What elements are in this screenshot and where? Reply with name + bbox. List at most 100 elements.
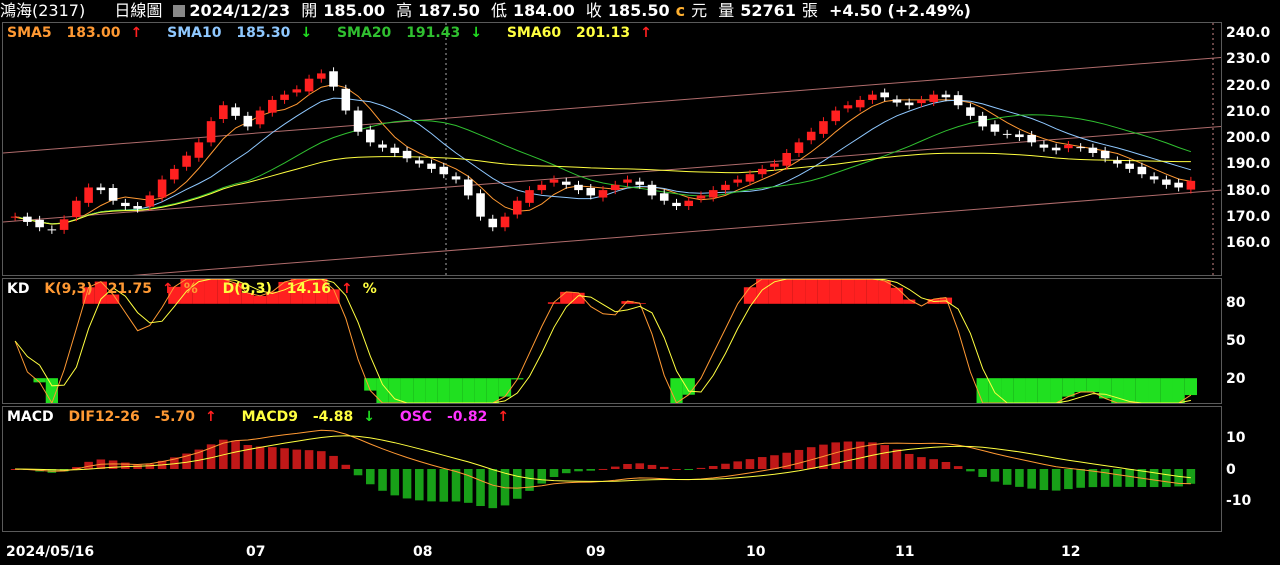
d-value: 14.16	[286, 281, 332, 297]
osc-bar	[684, 469, 694, 470]
candle-body	[1088, 147, 1098, 153]
price-tick: 170.0	[1226, 209, 1271, 225]
kd-oversold-fill	[449, 378, 463, 403]
kd-oversold-fill	[1123, 378, 1136, 403]
osc-bar	[537, 469, 547, 484]
kd-overbought-fill	[756, 279, 769, 304]
candle-body	[549, 179, 559, 183]
macd-tick: 10	[1226, 430, 1246, 446]
kd-oversold-fill	[1184, 378, 1197, 396]
kd-oversold-fill	[1037, 378, 1051, 403]
k-arrow-icon: ↑	[161, 281, 174, 297]
candle-body	[108, 187, 118, 201]
osc-bar	[121, 462, 130, 469]
kd-overbought-fill	[878, 280, 891, 304]
price-tick: 160.0	[1226, 235, 1271, 251]
price-panel[interactable]: SMA5 183.00 ↑ SMA10 185.30 ↓ SMA20 191.43 ↓…	[2, 22, 1222, 276]
kd-oversold-fill	[1135, 378, 1149, 403]
close-label: 收	[585, 1, 602, 20]
kd-oversold-fill	[425, 378, 438, 403]
candle-body	[1002, 133, 1012, 135]
price-tick: 240.0	[1226, 25, 1271, 41]
osc-bar	[1076, 469, 1085, 488]
osc-bar	[904, 453, 914, 469]
candle-body	[206, 121, 216, 143]
change-value: +4.50 (+2.49%)	[829, 1, 971, 20]
sma10-value: 185.30	[236, 25, 291, 41]
candle-body	[353, 110, 363, 132]
candle-body	[59, 219, 69, 230]
kd-oversold-fill	[486, 378, 499, 403]
close-value: 185.50	[607, 1, 670, 20]
kd-oversold-fill	[400, 378, 414, 403]
kd-oversold-fill	[1086, 378, 1100, 393]
osc-bar	[145, 463, 155, 469]
candle-body	[280, 94, 289, 100]
high-value: 187.50	[418, 1, 480, 20]
candle-body	[745, 174, 755, 182]
volume-label: 量	[718, 1, 735, 20]
sma10-arrow-icon: ↓	[300, 25, 313, 41]
candle-body	[84, 187, 93, 203]
volume-value: 52761	[740, 1, 796, 20]
candle-body	[684, 200, 694, 207]
date-tick: 12	[1061, 544, 1081, 560]
candle-body	[843, 105, 853, 109]
candle-body	[402, 150, 412, 159]
candle-body	[1113, 160, 1122, 164]
trend-line	[3, 56, 1221, 154]
candle-body	[47, 229, 57, 231]
osc-bar	[647, 464, 657, 469]
macd-axis: 10 0 -10	[1224, 406, 1280, 532]
candle-body	[341, 88, 351, 111]
osc-bar	[770, 455, 779, 469]
candle-body	[1186, 180, 1196, 190]
osc-bar	[598, 468, 608, 470]
osc-bar	[1113, 469, 1122, 487]
osc-bar	[610, 466, 620, 469]
osc-bar	[586, 469, 596, 471]
macd9-line	[15, 435, 1191, 482]
high-label: 高	[396, 1, 413, 20]
quote-header: 鴻海(2317) 日線圖 2024/12/23 開 185.00 高 187.50 …	[0, 0, 1280, 22]
k-value: 21.75	[107, 281, 152, 297]
candle-body	[1174, 182, 1183, 188]
kd-oversold-fill	[1074, 378, 1087, 393]
kd-legend: KD K(9,3) 21.75 ↑% D(9,3) 14.16 ↑%	[7, 281, 397, 297]
calendar-icon[interactable]	[173, 5, 186, 17]
kd-oversold-fill	[976, 378, 989, 403]
osc-bar	[231, 440, 240, 469]
kd-overbought-fill	[768, 279, 781, 304]
candle-body	[1051, 147, 1061, 151]
osc-bar	[708, 465, 718, 469]
d-arrow-icon: ↑	[341, 281, 353, 297]
osc-value: -0.82	[446, 409, 488, 425]
candle-body	[525, 190, 534, 203]
candle-body	[10, 216, 20, 218]
osc-bar	[329, 455, 338, 469]
kd-oversold-fill	[1160, 378, 1173, 403]
osc-bar	[1039, 469, 1049, 491]
osc-bar	[402, 469, 412, 499]
candle-body	[733, 179, 743, 183]
osc-bar	[488, 469, 498, 509]
candle-body	[157, 179, 167, 198]
candle-body	[476, 193, 485, 217]
dif-arrow-icon: ↑	[204, 409, 217, 425]
osc-bar	[1027, 469, 1036, 489]
candle-body	[990, 124, 1000, 132]
kd-panel[interactable]: KD K(9,3) 21.75 ↑% D(9,3) 14.16 ↑%	[2, 278, 1222, 404]
date-tick: 11	[895, 544, 915, 560]
candle-body	[231, 107, 240, 116]
osc-bar	[966, 469, 975, 472]
kd-tick: 20	[1226, 371, 1246, 387]
candle-body	[966, 107, 975, 116]
kd-title: KD	[7, 281, 30, 297]
candle-body	[121, 202, 130, 207]
stock-name[interactable]: 鴻海(2317)	[0, 1, 85, 20]
period-label[interactable]: 日線圖	[114, 1, 162, 20]
kd-oversold-fill	[462, 378, 475, 403]
macd-panel[interactable]: MACD DIF12-26 -5.70 ↑ MACD9 -4.88 ↓ OSC -0…	[2, 406, 1222, 532]
price-axis: 240.0 230.0 220.0 210.0 200.0 190.0 180.…	[1224, 22, 1280, 276]
price-tick: 210.0	[1226, 104, 1271, 120]
